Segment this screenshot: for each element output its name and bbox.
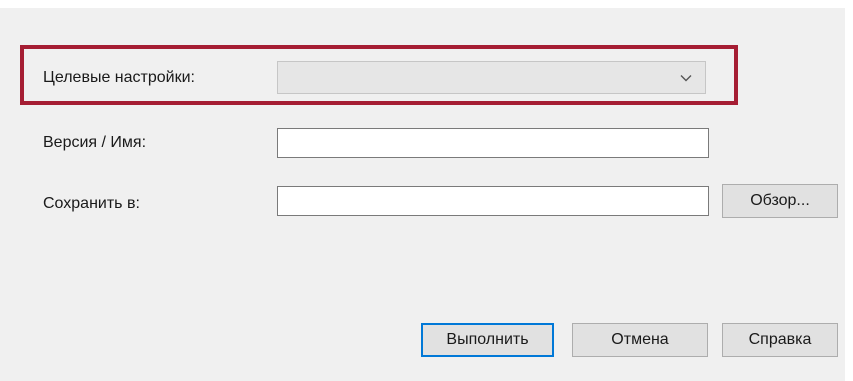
export-dialog: Целевые настройки: Версия / Имя: Сохрани… [0,0,853,381]
save-to-field[interactable] [277,186,709,216]
version-name-label: Версия / Имя: [43,134,147,151]
target-settings-dropdown[interactable] [277,61,706,94]
top-edge [0,0,853,8]
browse-button[interactable]: Обзор... [722,184,838,218]
right-edge [845,0,853,381]
target-settings-label: Целевые настройки: [43,69,195,86]
chevron-down-icon [680,75,692,82]
save-to-label: Сохранить в: [43,195,140,212]
help-button[interactable]: Справка [722,323,838,357]
version-name-field[interactable] [277,128,709,158]
execute-button[interactable]: Выполнить [421,323,554,357]
cancel-button[interactable]: Отмена [572,323,708,357]
